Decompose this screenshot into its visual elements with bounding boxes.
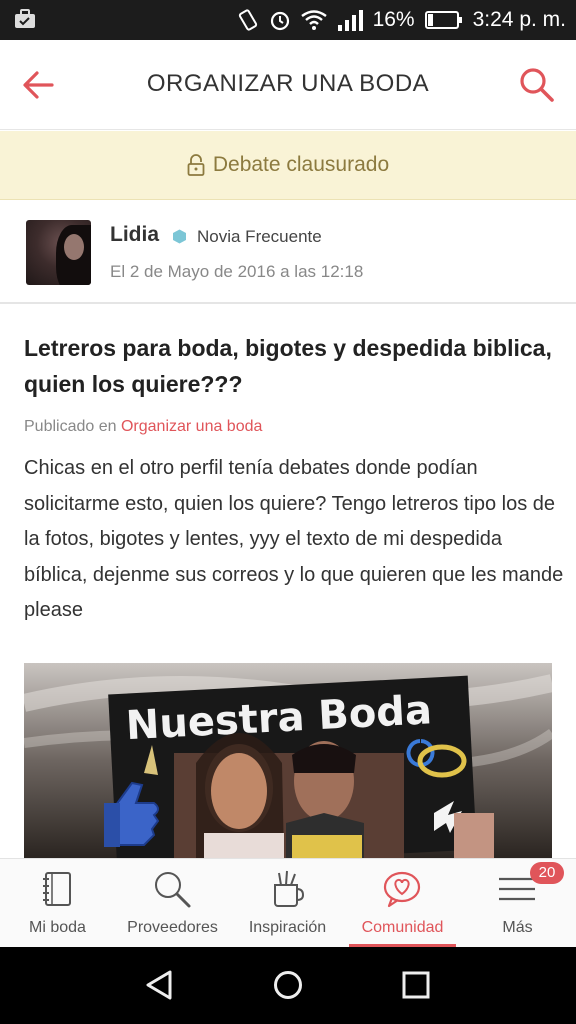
heart-bubble-icon [382,869,422,909]
post-body: Chicas en el otro perfil tenía debates d… [24,457,564,621]
battery-percent: 16% [372,8,415,31]
briefcase-notification-icon [14,9,36,29]
nav-comunidad[interactable]: Comunidad [345,859,460,948]
wifi-icon [300,10,327,30]
page-title: ORGANIZAR UNA BODA [146,70,430,97]
nav-label: Proveedores [127,919,218,936]
back-triangle-icon[interactable] [142,967,178,1003]
search-icon[interactable] [516,64,558,106]
nav-label: Comunidad [361,919,444,936]
battery-icon [424,10,463,30]
lock-icon [187,153,205,177]
nav-label: Más [502,919,533,936]
recents-square-icon[interactable] [398,967,434,1003]
author-row: Lidia Novia Frecuente El 2 de Mayo de 20… [0,201,576,304]
pencil-cup-icon [267,869,307,909]
avatar[interactable] [26,220,91,285]
alarm-icon [269,9,291,31]
signal-icon [337,9,363,31]
hexagon-badge-icon [172,229,187,244]
published-in: Publicado en Organizar una boda [24,418,262,436]
author-badge: Novia Frecuente [197,227,322,246]
nav-inspiracion[interactable]: Inspiración [230,859,345,948]
system-navigation-bar [0,947,576,1024]
nav-mas[interactable]: 20 Más [460,859,575,948]
nav-label: Inspiración [248,919,327,936]
category-link[interactable]: Organizar una boda [121,418,262,435]
closed-banner-text: Debate clausurado [212,153,390,176]
nav-mi-boda[interactable]: Mi boda [0,859,115,948]
home-circle-icon[interactable] [270,967,306,1003]
notebook-icon [37,869,77,909]
nav-proveedores[interactable]: Proveedores [115,859,230,948]
notification-count-badge: 20 [530,862,564,884]
author-name[interactable]: Lidia [110,223,159,247]
nav-label: Mi boda [29,919,86,936]
app-bar: ORGANIZAR UNA BODA [0,40,576,130]
clock: 3:24 p. m. [472,8,566,31]
bottom-navigation: Mi boda Proveedores Inspiración Comunida… [0,858,576,948]
closed-debate-banner: Debate clausurado [0,131,576,200]
post-photo[interactable]: Nuestra Boda [24,663,552,859]
status-bar: 16% 3:24 p. m. [0,0,576,40]
published-prefix: Publicado en [24,418,117,435]
magnifier-icon [152,869,192,909]
vibrate-icon [237,8,259,32]
post-title: Letreros para boda, bigotes y despedida … [24,335,552,397]
post-date: El 2 de Mayo de 2016 a las 12:18 [110,262,364,281]
